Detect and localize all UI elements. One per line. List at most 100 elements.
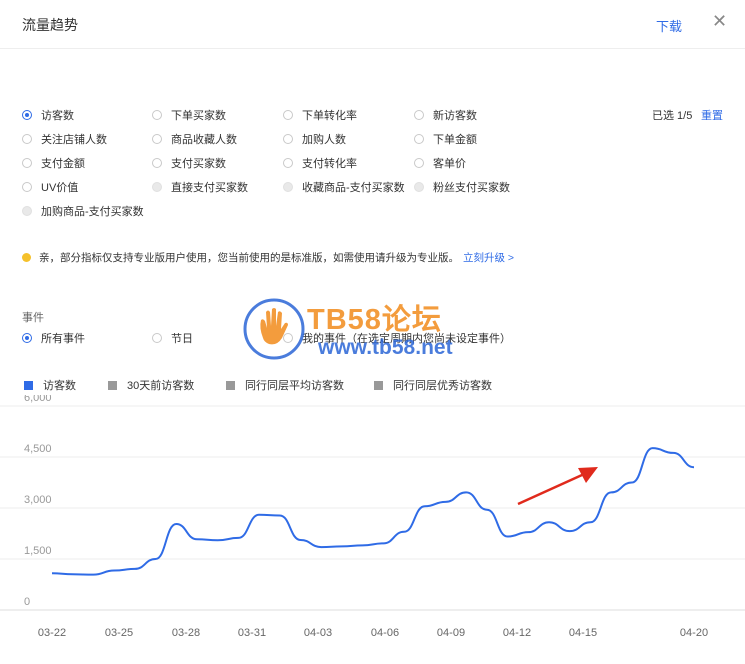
watermark-title: TB58论坛 bbox=[307, 304, 442, 336]
legend-item[interactable]: 同行同层优秀访客数 bbox=[374, 377, 492, 393]
metric-option[interactable]: 新访客数 bbox=[414, 107, 477, 123]
radio-icon[interactable] bbox=[22, 333, 32, 343]
metric-option[interactable]: 下单买家数 bbox=[152, 107, 226, 123]
radio-icon[interactable] bbox=[152, 182, 162, 192]
metric-option[interactable]: 关注店铺人数 bbox=[22, 131, 107, 147]
x-tick-label: 04-12 bbox=[503, 627, 531, 639]
metric-label: UV价值 bbox=[41, 182, 79, 194]
event-label: 所有事件 bbox=[41, 333, 85, 345]
download-button[interactable]: 下载 bbox=[656, 16, 682, 35]
event-option[interactable]: 所有事件 bbox=[22, 330, 85, 346]
dialog-title: 流量趋势 bbox=[22, 17, 78, 33]
metric-option[interactable]: 收藏商品-支付买家数 bbox=[283, 179, 405, 195]
legend-swatch bbox=[226, 380, 235, 390]
metric-option[interactable]: 下单转化率 bbox=[283, 107, 357, 123]
close-icon[interactable]: ✕ bbox=[712, 11, 727, 32]
warning-dot-icon bbox=[22, 253, 31, 262]
notice-text: 亲，部分指标仅支持专业版用户使用，您当前使用的是标准版，如需使用请升级为专业版。 bbox=[39, 252, 459, 264]
x-tick-label: 03-22 bbox=[38, 627, 66, 639]
metric-option[interactable]: 下单金额 bbox=[414, 131, 477, 147]
radio-icon[interactable] bbox=[22, 206, 32, 216]
metric-option[interactable]: 粉丝支付买家数 bbox=[414, 179, 510, 195]
legend-item[interactable]: 同行同层平均访客数 bbox=[226, 377, 344, 393]
selected-count: 已选 1/5 bbox=[652, 110, 693, 122]
metric-option[interactable]: 访客数 bbox=[22, 107, 74, 123]
metric-label: 关注店铺人数 bbox=[41, 134, 107, 146]
radio-icon[interactable] bbox=[283, 158, 293, 168]
legend-item[interactable]: 访客数 bbox=[24, 377, 76, 393]
metric-label: 商品收藏人数 bbox=[171, 134, 237, 146]
metric-label: 支付转化率 bbox=[302, 158, 357, 170]
metric-label: 下单转化率 bbox=[302, 110, 357, 122]
radio-icon[interactable] bbox=[414, 134, 424, 144]
y-tick-label: 4,500 bbox=[24, 443, 52, 455]
metric-option[interactable]: 加购人数 bbox=[283, 131, 346, 147]
radio-icon[interactable] bbox=[283, 182, 293, 192]
x-tick-label: 04-06 bbox=[371, 627, 399, 639]
metric-label: 加购人数 bbox=[302, 134, 346, 146]
x-tick-label: 04-09 bbox=[437, 627, 465, 639]
event-label: 节日 bbox=[171, 333, 193, 345]
upgrade-link[interactable]: 立刻升级 > bbox=[463, 250, 514, 265]
y-tick-label: 6,000 bbox=[24, 395, 52, 404]
radio-icon[interactable] bbox=[414, 182, 424, 192]
metric-label: 直接支付买家数 bbox=[171, 182, 248, 194]
hand-icon bbox=[243, 298, 305, 360]
metric-option[interactable]: UV价值 bbox=[22, 179, 78, 195]
x-tick-label: 04-15 bbox=[569, 627, 597, 639]
legend-label: 30天前访客数 bbox=[127, 380, 195, 392]
metric-option[interactable]: 客单价 bbox=[414, 155, 466, 171]
annotation-arrow bbox=[517, 473, 583, 506]
event-option[interactable]: 节日 bbox=[152, 330, 193, 346]
trend-chart: 0 1,500 3,000 4,500 6,000 03-22 03-25 03-28 03-3… bbox=[0, 395, 745, 639]
radio-icon[interactable] bbox=[22, 182, 32, 192]
radio-icon[interactable] bbox=[283, 134, 293, 144]
metric-option[interactable]: 支付金额 bbox=[22, 155, 85, 171]
upgrade-notice: 亲，部分指标仅支持专业版用户使用，您当前使用的是标准版，如需使用请升级为专业版。… bbox=[22, 250, 514, 265]
dialog-header: 流量趋势 下载 ✕ bbox=[0, 0, 745, 49]
metric-label: 支付买家数 bbox=[171, 158, 226, 170]
metric-label: 粉丝支付买家数 bbox=[433, 182, 510, 194]
metric-label: 支付金额 bbox=[41, 158, 85, 170]
metric-option[interactable]: 直接支付买家数 bbox=[152, 179, 248, 195]
reset-button[interactable]: 重置 bbox=[701, 107, 723, 123]
radio-icon[interactable] bbox=[152, 333, 162, 343]
metric-option[interactable]: 支付转化率 bbox=[283, 155, 357, 171]
legend-swatch bbox=[108, 380, 117, 390]
radio-icon[interactable] bbox=[152, 134, 162, 144]
radio-icon[interactable] bbox=[414, 110, 424, 120]
legend-item[interactable]: 30天前访客数 bbox=[108, 377, 194, 393]
legend-swatch bbox=[374, 380, 383, 390]
metric-option[interactable]: 加购商品-支付买家数 bbox=[22, 203, 144, 219]
radio-icon[interactable] bbox=[22, 110, 32, 120]
metric-label: 访客数 bbox=[41, 110, 74, 122]
y-tick-label: 3,000 bbox=[24, 494, 52, 506]
x-tick-label: 03-28 bbox=[172, 627, 200, 639]
legend-label: 访客数 bbox=[43, 380, 76, 392]
legend-label: 同行同层优秀访客数 bbox=[393, 380, 492, 392]
metric-label: 新访客数 bbox=[433, 110, 477, 122]
radio-icon[interactable] bbox=[22, 134, 32, 144]
metric-label: 收藏商品-支付买家数 bbox=[302, 182, 405, 194]
metric-option[interactable]: 商品收藏人数 bbox=[152, 131, 237, 147]
watermark-url: www.tb58.net bbox=[318, 336, 453, 359]
radio-icon[interactable] bbox=[22, 158, 32, 168]
legend-swatch bbox=[24, 380, 33, 390]
x-tick-label: 03-31 bbox=[238, 627, 266, 639]
x-tick-label: 03-25 bbox=[105, 627, 133, 639]
events-label: 事件 bbox=[22, 312, 44, 324]
metric-option[interactable]: 支付买家数 bbox=[152, 155, 226, 171]
radio-icon[interactable] bbox=[152, 110, 162, 120]
y-tick-label: 1,500 bbox=[24, 545, 52, 557]
metric-label: 下单买家数 bbox=[171, 110, 226, 122]
x-tick-label: 04-03 bbox=[304, 627, 332, 639]
radio-icon[interactable] bbox=[414, 158, 424, 168]
metric-label: 加购商品-支付买家数 bbox=[41, 206, 144, 218]
metric-label: 客单价 bbox=[433, 158, 466, 170]
x-tick-label: 04-20 bbox=[680, 627, 708, 639]
watermark-logo: TB58论坛 www.tb58.net bbox=[243, 294, 503, 369]
y-tick-label: 0 bbox=[24, 596, 30, 608]
metric-label: 下单金额 bbox=[433, 134, 477, 146]
radio-icon[interactable] bbox=[283, 110, 293, 120]
radio-icon[interactable] bbox=[152, 158, 162, 168]
